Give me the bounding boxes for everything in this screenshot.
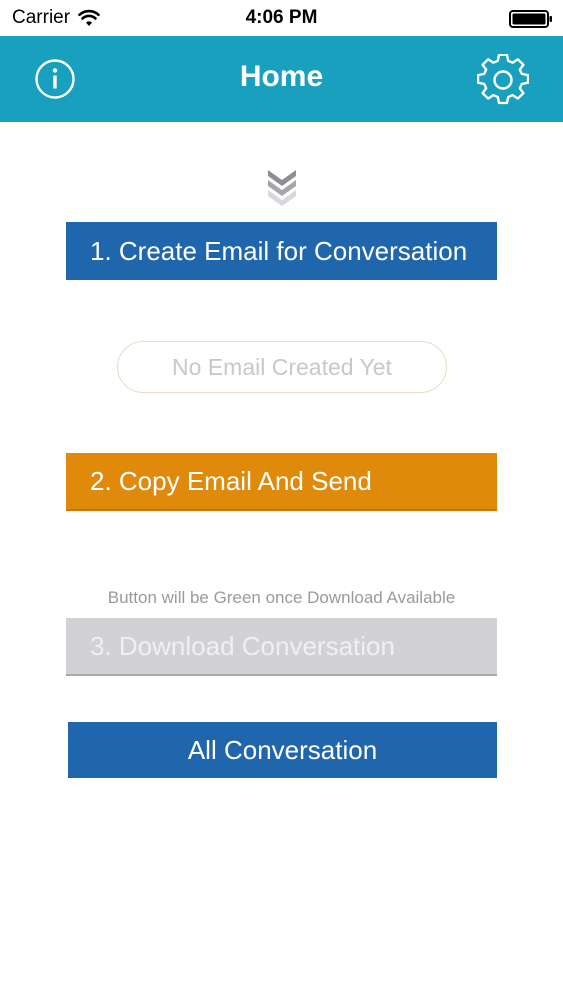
email-display-field[interactable]: No Email Created Yet [117, 341, 447, 393]
download-hint: Button will be Green once Download Avail… [107, 588, 456, 607]
navigation-bar: Home [0, 36, 563, 122]
status-bar: Carrier 4:06 PM [0, 0, 563, 36]
battery-icon [509, 10, 552, 28]
all-conversation-label: All Conversation [187, 734, 378, 765]
create-email-label: 1. Create Email for Conversation [90, 235, 468, 266]
home-screen: Carrier 4:06 PM Home 1. Create Email for… [0, 0, 563, 1000]
download-conversation-label: 3. Download Conversation [90, 630, 395, 661]
download-conversation-button[interactable]: 3. Download Conversation [66, 618, 497, 676]
gear-icon[interactable] [477, 54, 529, 106]
copy-send-button[interactable]: 2. Copy Email And Send [66, 453, 497, 511]
email-placeholder: No Email Created Yet [172, 353, 392, 380]
create-email-button[interactable]: 1. Create Email for Conversation [66, 222, 497, 280]
double-chevron-down-icon [268, 170, 296, 206]
all-conversation-button[interactable]: All Conversation [68, 722, 497, 778]
status-time: 4:06 PM [245, 7, 318, 28]
copy-send-label: 2. Copy Email And Send [90, 465, 372, 496]
